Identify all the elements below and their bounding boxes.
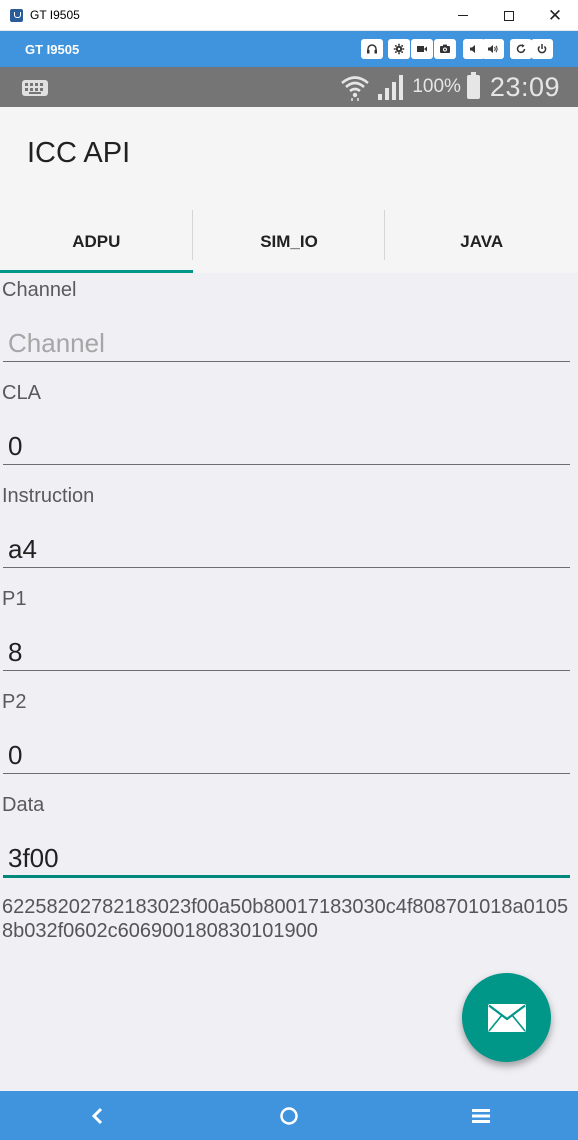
- tab-sim-io[interactable]: SIM_IO: [193, 210, 386, 273]
- battery-percentage: 100%: [412, 76, 461, 97]
- p2-label: P2: [2, 691, 27, 713]
- close-icon: ✕: [547, 6, 563, 25]
- signal-icon: [378, 75, 404, 100]
- tab-adpu[interactable]: ADPU: [0, 210, 193, 273]
- channel-underline: [3, 361, 570, 362]
- p1-label: P1: [2, 588, 27, 610]
- volume-up-icon: [488, 45, 498, 53]
- settings-icon: [393, 43, 405, 55]
- video-camera-icon: [417, 46, 427, 52]
- maximize-icon: [504, 10, 514, 21]
- p2-input[interactable]: [2, 730, 570, 774]
- rotate-icon: [516, 44, 526, 54]
- settings-button[interactable]: [388, 39, 410, 59]
- power-icon: [537, 44, 547, 54]
- emulator-toolbar: GT I9505: [0, 31, 578, 67]
- minimize-icon: [458, 15, 468, 16]
- tab-bar: ADPU SIM_IO JAVA: [0, 210, 578, 273]
- home-button[interactable]: [239, 1091, 339, 1140]
- data-input[interactable]: [2, 833, 570, 877]
- adpu-form: Channel CLA Instruction P1 P2 Data 62258…: [0, 273, 578, 1091]
- back-button[interactable]: [48, 1091, 148, 1140]
- wifi-icon: [341, 76, 370, 101]
- minimize-button[interactable]: [440, 0, 486, 31]
- home-icon: [280, 1106, 298, 1125]
- send-button[interactable]: [462, 973, 551, 1062]
- cla-label: CLA: [2, 382, 41, 404]
- status-clock: 23:09: [489, 71, 560, 102]
- back-icon: [91, 1107, 103, 1124]
- data-underline: [3, 875, 570, 878]
- status-bar: 100% 23:09: [0, 67, 578, 107]
- headphones-button[interactable]: [361, 39, 383, 59]
- keyboard-icon: [22, 80, 48, 96]
- rotate-button[interactable]: [510, 39, 532, 59]
- volume-up-button[interactable]: [482, 39, 504, 59]
- menu-button[interactable]: [431, 1091, 531, 1140]
- page-title: ICC API: [27, 137, 131, 169]
- emulator-title: GT I9505: [25, 42, 80, 57]
- headphones-icon: [367, 44, 377, 54]
- screenshot-button[interactable]: [434, 39, 456, 59]
- p1-input[interactable]: [2, 627, 570, 671]
- channel-label: Channel: [2, 279, 77, 301]
- data-label: Data: [2, 794, 45, 816]
- camera-icon: [440, 44, 450, 53]
- battery-icon: [466, 72, 480, 99]
- navigation-bar: [0, 1091, 578, 1140]
- cla-underline: [3, 464, 570, 465]
- cla-input[interactable]: [2, 421, 570, 465]
- close-button[interactable]: ✕: [532, 0, 578, 31]
- envelope-icon: [487, 1003, 526, 1032]
- power-button[interactable]: [531, 39, 553, 59]
- status-icons: 100% 23:09: [340, 71, 560, 102]
- app-bar: ICC API: [0, 107, 578, 210]
- p1-underline: [3, 670, 570, 671]
- response-output: 62258202782183023f00a50b80017183030c4f80…: [2, 896, 569, 942]
- window-titlebar: GT I9505 ✕: [0, 0, 578, 31]
- instruction-label: Instruction: [2, 485, 95, 507]
- p2-underline: [3, 773, 570, 774]
- instruction-underline: [3, 567, 570, 568]
- instruction-input[interactable]: [2, 524, 570, 568]
- video-camera-button[interactable]: [411, 39, 433, 59]
- app-icon: [10, 9, 23, 22]
- channel-input[interactable]: [2, 318, 570, 362]
- maximize-button[interactable]: [486, 0, 532, 31]
- tab-java[interactable]: JAVA: [385, 210, 578, 273]
- volume-down-icon: [470, 45, 475, 53]
- window-title: GT I9505: [30, 8, 80, 22]
- menu-icon: [472, 1108, 490, 1123]
